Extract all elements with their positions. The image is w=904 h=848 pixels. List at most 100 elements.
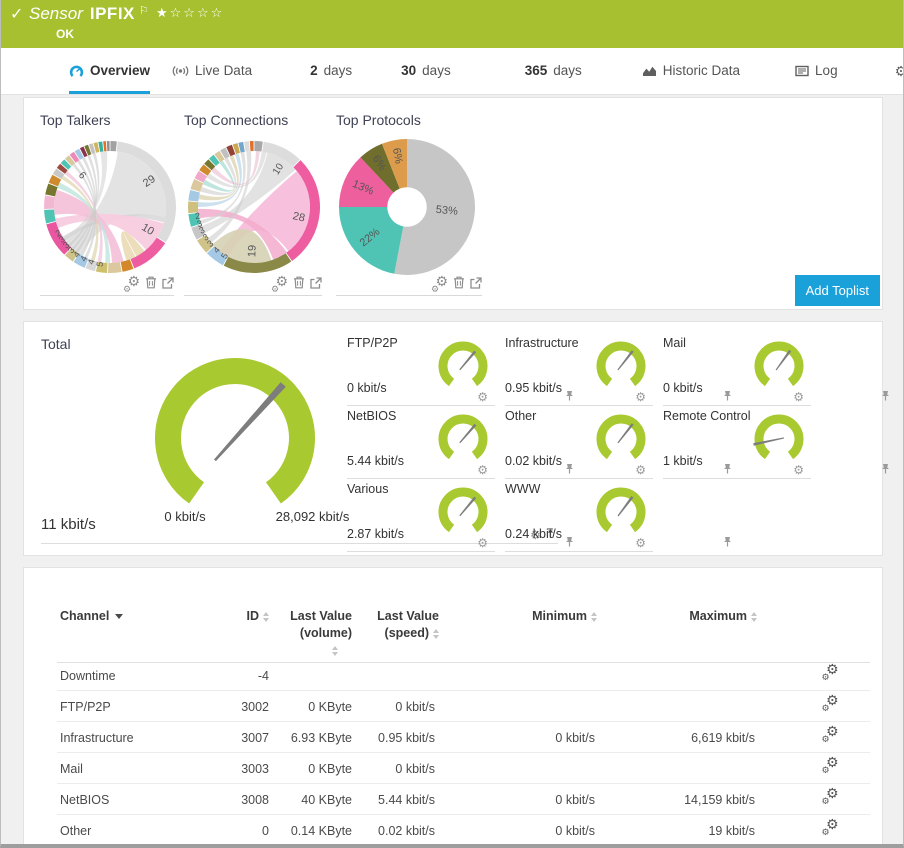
gauge-settings-icon[interactable] [477,388,488,406]
cell-volume: 40 KByte [260,793,352,807]
tab-label: days [553,63,582,78]
channel-settings-button[interactable] [815,821,845,839]
gauge-value: 0.24 kbit/s [505,527,562,541]
gauge-settings-icon[interactable] [793,461,804,479]
top-protocols-chart[interactable]: 53%22%13%6%6% [336,132,482,282]
gauge-value: 5.44 kbit/s [347,454,404,468]
table-row: Other00.14 KByte0.02 kbit/s0 kbit/s19 kb… [24,815,882,846]
column-header-last-value-volume[interactable]: Last Value(volume) [260,608,352,659]
open-toplist-icon[interactable] [162,276,174,294]
divider [40,295,174,296]
tab-number: 365 [525,63,548,78]
gauge-settings-icon[interactable] [793,388,804,406]
tab-30-days[interactable]: 30days [401,48,451,94]
gauge-ftp-p2p: FTP/P2P0 kbit/s [347,334,495,406]
gauge-actions [793,388,809,406]
delete-toplist-icon[interactable] [145,276,157,294]
open-toplist-icon[interactable] [470,276,482,294]
gauge-settings-icon[interactable] [635,388,646,406]
gauge-mail: Mail0 kbit/s [663,334,811,406]
cell-volume: 6.93 KByte [260,731,352,745]
gauge-actions [635,461,651,479]
tab-365-days[interactable]: 365 days [525,48,582,94]
tab-log[interactable]: Log [795,48,838,94]
channel-settings-button[interactable] [815,759,845,777]
flag-icon[interactable] [139,5,149,17]
open-toplist-icon[interactable] [310,276,322,294]
tab-historic-data[interactable]: Historic Data [642,48,740,94]
top-connections-chart[interactable]: 1028195433332 [184,132,324,282]
add-toplist-button[interactable]: Add Toplist [795,275,880,306]
table-row: FTP/P2P30020 KByte0 kbit/s [24,691,882,722]
toplist-settings-icon[interactable] [271,278,288,293]
table-row: Downtime-4 [24,660,882,691]
gauge-settings-icon[interactable] [477,534,488,552]
sort-icon [433,629,439,639]
gauge-title: Other [505,409,536,423]
cell-channel: Mail [60,762,83,776]
toplist-settings-icon[interactable] [123,278,140,293]
channel-settings-icon [822,790,839,805]
toplist-title: Top Connections [184,112,288,128]
channel-settings-button[interactable] [815,728,845,746]
toplist-actions [271,276,322,294]
gauge-actions [477,388,493,406]
priority-stars[interactable]: ★☆☆☆☆ [156,5,224,21]
column-header-maximum[interactable]: Maximum [628,608,757,625]
gauge-icon [69,64,84,78]
channel-settings-icon [822,666,839,681]
channel-settings-button[interactable] [815,790,845,808]
channel-settings-button[interactable] [815,666,845,684]
tab-bar: Overview Live Data 2days 30days 365 days Histo… [1,48,903,95]
gauge [435,482,491,540]
header-label: Maximum [689,609,747,623]
divider [505,478,653,479]
gauge-value: 0.95 kbit/s [505,381,562,395]
header-label: Minimum [532,609,587,623]
top-talkers-chart[interactable]: 6291054443332 [40,132,180,282]
gauge-infrastructure: Infrastructure 0.95 kbit/s [505,334,653,406]
tab-settings[interactable]: Settings [895,48,904,94]
header-label: Last Value [353,608,439,625]
svg-text:53%: 53% [435,204,458,218]
table-row: Mail30030 KByte0 kbit/s [24,753,882,784]
delete-toplist-icon[interactable] [293,276,305,294]
gauge-settings-icon[interactable] [635,461,646,479]
sort-wrap [260,642,352,659]
gauge-title: Infrastructure [505,336,579,350]
tab-live-data[interactable]: Live Data [172,48,252,94]
delete-toplist-icon[interactable] [453,276,465,294]
tab-label: Live Data [195,63,252,78]
toplist-panel-top-connections: Top Connections 1028195433332 [184,98,322,309]
gauge-actions [635,534,651,552]
divider [347,405,495,406]
gauge-settings-icon[interactable] [635,534,646,552]
sensor-name: IPFIX [90,4,135,23]
header-label: Channel [60,609,109,623]
cell-id: 0 [174,824,269,838]
gauge-title: Mail [663,336,686,350]
gauge-settings-icon[interactable] [477,461,488,479]
table-row: NetBIOS300840 KByte5.44 kbit/s0 kbit/s14… [24,784,882,815]
tab-overview[interactable]: Overview [69,48,150,94]
header-label: (volume) [260,625,352,642]
tab-label: days [422,63,451,78]
column-header-last-value-speed[interactable]: Last Value(speed) [353,608,439,642]
column-header-minimum[interactable]: Minimum [470,608,597,625]
toplist-settings-icon[interactable] [431,278,448,293]
channel-settings-button[interactable] [815,697,845,715]
gauge-title: NetBIOS [347,409,396,423]
prtg-window: SensorIPFIX ★☆☆☆☆ OK OverviewLive Data2d… [0,0,904,848]
gauge-various: Various2.87 kbit/s [347,480,495,552]
column-header-id[interactable]: ID [174,608,269,625]
column-header-channel[interactable]: Channel [60,608,180,625]
gauge-actions [793,461,809,479]
settings-icon [895,64,904,78]
cell-id: 3008 [174,793,269,807]
cell-speed: 0.02 kbit/s [353,824,435,838]
cell-max: 6,619 kbit/s [628,731,755,745]
tab-label: Historic Data [663,63,740,78]
cell-id: 3007 [174,731,269,745]
divider [505,551,653,552]
tab-2-days[interactable]: 2days [310,48,352,94]
